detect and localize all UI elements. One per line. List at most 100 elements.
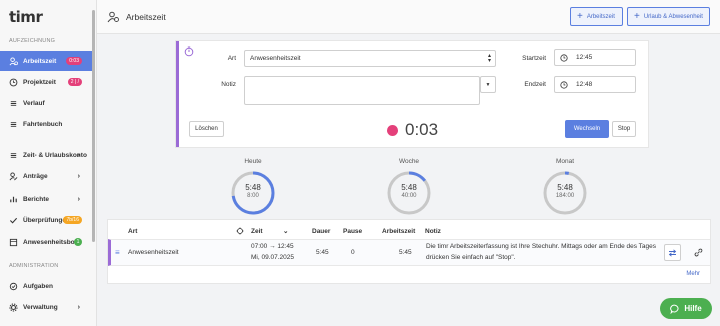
clock-icon [560, 53, 568, 62]
swap-arrows-icon [668, 248, 677, 257]
art-select-value: Anwesenheitszeit [250, 55, 301, 62]
sidebar-item-label: Anträge [23, 172, 48, 180]
page-title: Arbeitszeit [126, 12, 166, 22]
sidebar-item-arbeitszeit[interactable]: Arbeitszeit 0:03 [0, 51, 92, 71]
timer-value: 0:03 [405, 120, 439, 139]
row-notiz-line2: drücken Sie einfach auf "Stop". [426, 254, 516, 261]
plus-icon: + [634, 10, 640, 22]
switch-entry-button[interactable] [664, 244, 681, 261]
sidebar-item-aufgaben[interactable]: Aufgaben [0, 276, 92, 296]
gauge-label-woche: Woche [398, 158, 420, 165]
sidebar-item-projektzeit[interactable]: Projektzeit 2 | / [0, 72, 92, 92]
timer-badge: 0:03 [66, 57, 82, 65]
section-label-administration: ADMINISTRATION [9, 263, 59, 269]
gauge-monat: 5:48 184:00 [542, 170, 588, 220]
column-header-dauer[interactable]: Dauer [312, 228, 330, 235]
endzeit-label: Endzeit [524, 81, 546, 88]
art-select[interactable]: Anwesenheitszeit ▴ ▾ [244, 50, 496, 67]
sidebar-item-label: Verlauf [23, 99, 45, 107]
user-edit-icon [9, 171, 18, 181]
list-icon [9, 120, 18, 129]
endzeit-value: 12:48 [576, 81, 593, 88]
stopwatch-icon [184, 46, 194, 57]
sidebar-item-zeit-urlaubskonto[interactable]: Zeit- & Urlaubskonto › [0, 145, 92, 165]
row-dauer: 5:45 [316, 249, 329, 256]
help-label: Hilfe [684, 304, 702, 313]
sidebar-item-verwaltung[interactable]: Verwaltung › [0, 297, 92, 317]
art-label: Art [227, 55, 236, 62]
review-badge: 7b/16 [63, 216, 82, 224]
column-header-pause[interactable]: Pause [343, 228, 362, 235]
column-header-art[interactable]: Art [128, 228, 137, 235]
chevron-right-icon: › [77, 195, 80, 203]
check-icon [9, 216, 18, 225]
gauge-target: 40:00 [401, 193, 417, 199]
chart-icon [9, 195, 18, 204]
sidebar-item-label: Berichte [23, 195, 50, 203]
notiz-textarea[interactable] [244, 76, 480, 105]
help-button[interactable]: Hilfe [660, 298, 712, 319]
list-icon [9, 99, 18, 108]
sort-down-icon[interactable]: ⌄ [283, 227, 288, 235]
sidebar-item-label: Arbeitszeit [23, 57, 57, 65]
column-header-arbeitszeit[interactable]: Arbeitszeit [382, 228, 415, 235]
sidebar-item-anwesenheitsboard[interactable]: Anwesenheitsbo... 1 [0, 232, 92, 252]
gauge-label-heute: Heute [244, 158, 262, 165]
row-arbeitszeit: 5:45 [399, 249, 412, 256]
gauge-woche: 5:48 40:00 [386, 170, 432, 220]
sidebar-item-label: Aufgaben [23, 282, 53, 290]
column-header-zeit[interactable]: Zeit [251, 228, 263, 235]
gauge-label-monat: Monat [555, 158, 575, 165]
chevron-right-icon: › [77, 303, 80, 311]
switch-button[interactable]: Wechseln [565, 120, 609, 138]
more-link[interactable]: Mehr [686, 271, 700, 277]
startzeit-input[interactable]: 12:45 [554, 49, 636, 66]
add-absence-button[interactable]: + Urlaub & Abwesenheit [627, 7, 710, 26]
user-clock-icon [9, 56, 18, 66]
sidebar-item-antraege[interactable]: Anträge › [0, 166, 92, 186]
stop-button[interactable]: Stop [612, 121, 636, 137]
sidebar-item-berichte[interactable]: Berichte › [0, 189, 92, 209]
project-badge: 2 | / [67, 78, 82, 86]
user-clock-icon [107, 11, 119, 23]
add-worktime-label: Arbeitszeit [586, 13, 615, 20]
sidebar-item-label: Projektzeit [23, 78, 56, 86]
sidebar-item-label: Verwaltung [23, 303, 58, 311]
plus-icon: + [577, 10, 583, 22]
link-icon[interactable] [694, 248, 703, 257]
crosshair-icon[interactable] [236, 227, 244, 235]
add-worktime-button[interactable]: + Arbeitszeit [570, 7, 623, 26]
row-pause: 0 [351, 249, 355, 256]
header: Arbeitszeit + Arbeitszeit + Urlaub & Abwes… [97, 0, 720, 34]
sidebar: timr AUFZEICHNUNG Arbeitszeit 0:03 Proje… [0, 0, 97, 326]
gauge-value: 5:48 [401, 183, 417, 192]
endzeit-input[interactable]: 12:48 [554, 76, 636, 93]
startzeit-value: 12:45 [576, 54, 593, 61]
drag-handle-icon[interactable]: ≡ [115, 248, 120, 257]
sidebar-item-ueberpruefungen[interactable]: Überprüfungen 7b/16 [0, 210, 92, 230]
tasks-icon [9, 282, 18, 291]
notiz-dropdown-button[interactable]: ▼ [480, 76, 496, 93]
sidebar-scrollbar[interactable] [92, 10, 95, 242]
sidebar-item-fahrtenbuch[interactable]: Fahrtenbuch [0, 114, 92, 134]
list-icon [9, 151, 18, 160]
notiz-label: Notiz [221, 81, 236, 88]
column-header-notiz[interactable]: Notiz [425, 228, 441, 235]
timr-logo[interactable]: timr [9, 8, 43, 26]
row-zeit-range: 07:00 → 12:45 [251, 243, 294, 250]
gauge-value: 5:48 [557, 183, 573, 192]
delete-button[interactable]: Löschen [189, 121, 224, 137]
sidebar-item-label: Anwesenheitsbo... [23, 238, 81, 246]
add-absence-label: Urlaub & Abwesenheit [643, 13, 703, 20]
board-icon [9, 238, 18, 247]
sidebar-item-verlauf[interactable]: Verlauf [0, 93, 92, 113]
row-art: Anwesenheitszeit [128, 249, 179, 256]
row-zeit-date: Mi, 09.07.2025 [251, 254, 295, 261]
gear-icon [9, 302, 18, 312]
presence-badge: 1 [74, 238, 82, 246]
gauge-target: 8:00 [247, 193, 259, 199]
table-row[interactable]: ≡ Anwesenheitszeit 07:00 → 12:45 Mi, 09.… [108, 239, 710, 266]
running-timer: 0:03 [387, 120, 438, 140]
gauge-target: 184:00 [555, 193, 575, 199]
chevron-right-icon: › [77, 151, 80, 159]
